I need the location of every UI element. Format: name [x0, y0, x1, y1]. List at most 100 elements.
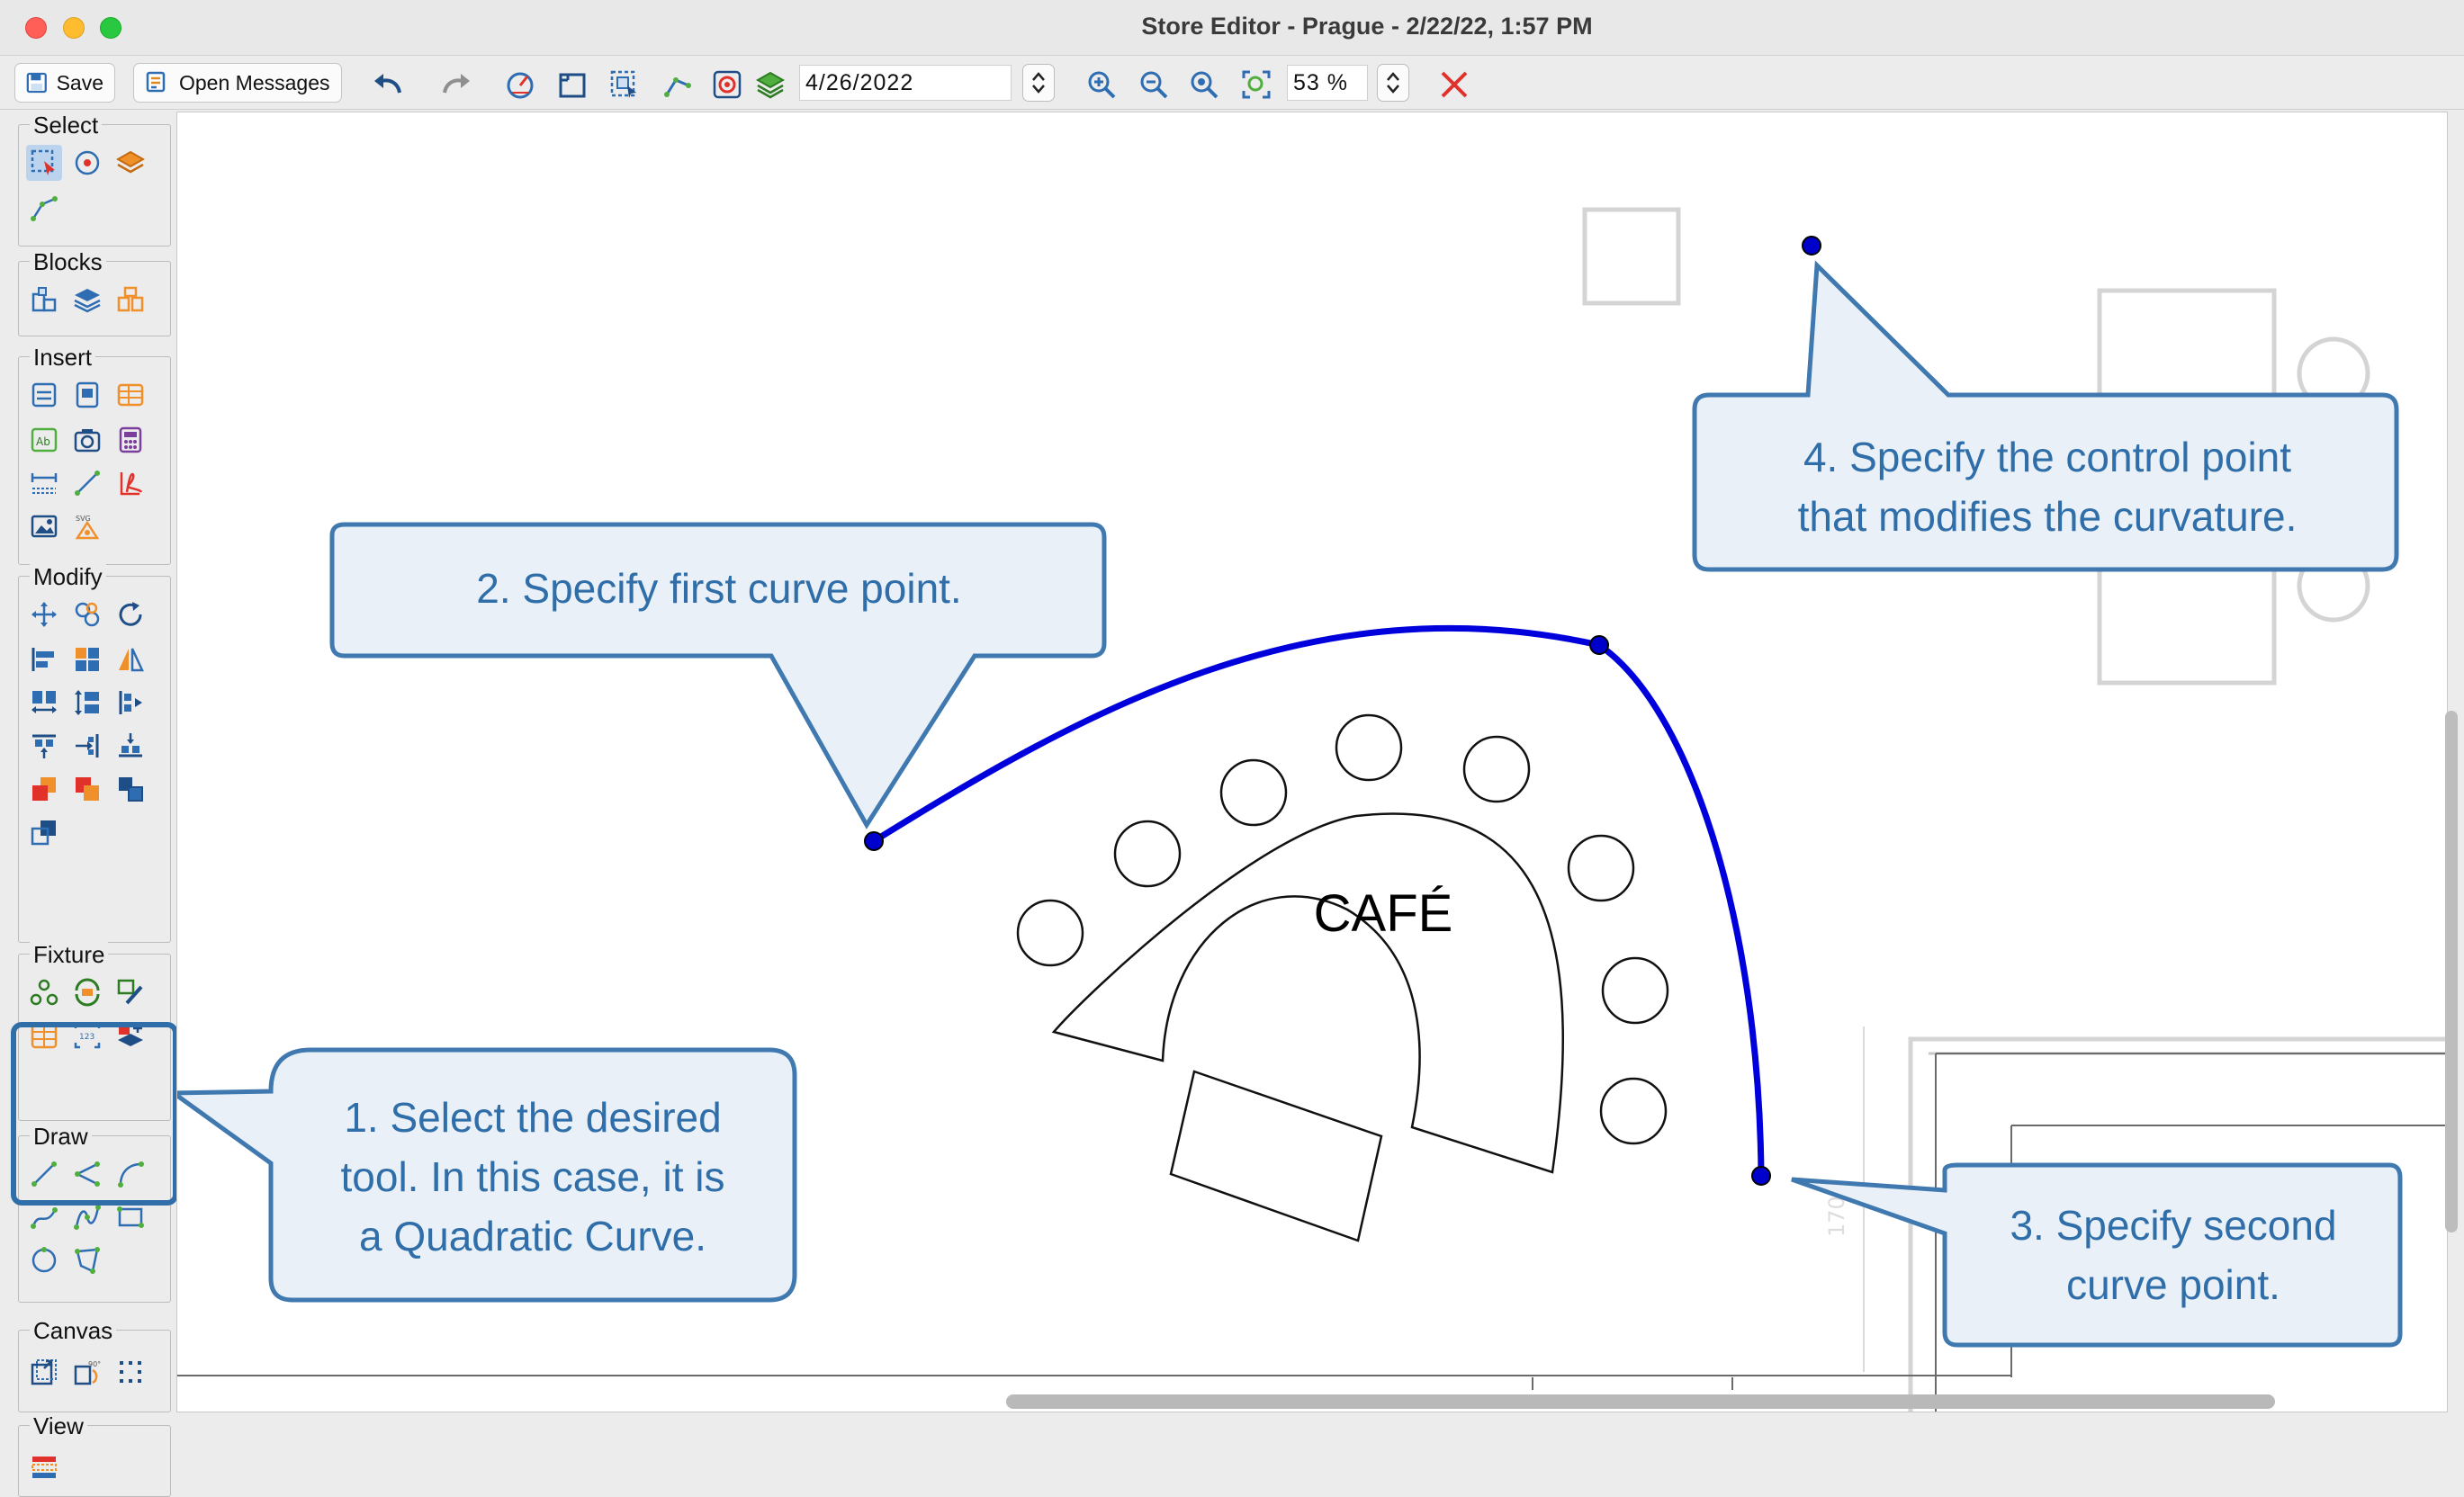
fixture-edit-icon[interactable]	[112, 974, 148, 1010]
select-layer-icon[interactable]	[112, 145, 148, 181]
callout-line: that modifies the curvature.	[1797, 493, 2298, 540]
align-top-icon[interactable]	[26, 728, 62, 764]
save-label: Save	[56, 70, 103, 94]
vertical-scrollbar[interactable]	[2445, 711, 2458, 1233]
window-title: Store Editor - Prague - 2/22/22, 1:57 PM	[1141, 13, 1593, 40]
insert-fixture-icon[interactable]	[26, 377, 62, 413]
chevron-updown-icon	[1032, 72, 1045, 94]
block-edit-icon[interactable]	[26, 282, 62, 318]
fixture-sync-icon[interactable]	[69, 974, 105, 1010]
block-stack-icon[interactable]	[69, 282, 105, 318]
canvas-grid-icon[interactable]	[112, 1354, 148, 1390]
mirror-icon[interactable]	[112, 641, 148, 677]
send-to-back-icon[interactable]	[26, 814, 62, 850]
palette-group-title: Fixture	[30, 942, 109, 967]
callout-step4-text: 4. Specify the control point that modifi…	[1698, 427, 2397, 546]
view-layers-icon[interactable]	[26, 1449, 62, 1485]
select-vertices-icon[interactable]	[26, 190, 62, 226]
insert-dimension-icon[interactable]	[26, 465, 62, 501]
palette-group-view: View	[18, 1413, 171, 1497]
draw-polygon-icon[interactable]	[69, 1242, 105, 1278]
draw-group-highlight	[11, 1022, 178, 1206]
callout-line: 2. Specify first curve point.	[476, 565, 962, 612]
cafe-label: CAFÉ	[1314, 884, 1453, 943]
copy-icon[interactable]	[69, 596, 105, 632]
palette-group-blocks: Blocks	[18, 249, 171, 336]
bring-to-front-icon[interactable]	[112, 771, 148, 807]
zoom-field[interactable]: 53 %	[1287, 65, 1368, 101]
horizontal-scrollbar[interactable]	[1006, 1394, 2275, 1409]
app-window: Store Editor - Prague - 2/22/22, 1:57 PM…	[0, 0, 2464, 1497]
curve-point-first	[864, 831, 884, 851]
svg-text:SVG: SVG	[76, 515, 91, 523]
canvas-rotate-icon[interactable]: 90°	[69, 1354, 105, 1390]
palette-group-title: Modify	[30, 564, 106, 589]
drawing-canvas[interactable]: 1700 CAFÉ 2. Specify first curve point. …	[176, 112, 2448, 1412]
align-to-edge-icon[interactable]	[112, 685, 148, 721]
save-button[interactable]: Save	[14, 63, 115, 103]
palette-group-title: View	[30, 1413, 87, 1439]
grid-align-icon[interactable]	[69, 641, 105, 677]
align-bottom-icon[interactable]	[112, 728, 148, 764]
svg-text:90°: 90°	[88, 1360, 101, 1368]
stack-icon[interactable]	[754, 68, 787, 101]
palette-group-title: Canvas	[30, 1318, 117, 1343]
target-icon[interactable]	[711, 68, 743, 101]
select-rectangle-icon[interactable]	[26, 145, 62, 181]
zoom-stepper[interactable]	[1377, 64, 1409, 102]
layers-select-icon[interactable]	[608, 68, 641, 101]
svg-text:Ab: Ab	[36, 435, 50, 448]
messages-icon	[146, 71, 166, 93]
move-icon[interactable]	[26, 596, 62, 632]
insert-wall-icon[interactable]	[112, 377, 148, 413]
insert-svg-icon[interactable]: SVG	[69, 508, 105, 544]
timer-icon[interactable]	[504, 68, 536, 101]
insert-image-icon[interactable]	[26, 508, 62, 544]
cafe-register	[1169, 1070, 1383, 1242]
curve-point-second	[1751, 1166, 1771, 1186]
callout-line: tool. In this case, it is	[340, 1153, 725, 1200]
insert-camera-icon[interactable]	[69, 422, 105, 458]
insert-shelf-icon[interactable]	[69, 377, 105, 413]
tool-palette: Select Blocks Insert Ab SVG Modify Fixtu…	[13, 112, 171, 1497]
save-icon	[26, 72, 47, 94]
callout-line: a Quadratic Curve.	[358, 1213, 707, 1259]
callout-line: 1. Select the desired	[344, 1094, 722, 1141]
date-stepper[interactable]	[1022, 64, 1055, 102]
undo-icon[interactable]	[373, 68, 405, 101]
redo-icon[interactable]	[439, 68, 472, 101]
callout-step2-text: 2. Specify first curve point.	[334, 559, 1104, 618]
insert-line-icon[interactable]	[69, 465, 105, 501]
rotate-icon[interactable]	[112, 596, 148, 632]
zoom-out-icon[interactable]	[1138, 68, 1170, 101]
palette-group-canvas: Canvas 90°	[18, 1318, 171, 1412]
draw-circle-icon[interactable]	[26, 1242, 62, 1278]
push-right-icon[interactable]	[69, 728, 105, 764]
points-icon[interactable]	[661, 68, 693, 101]
frame-icon[interactable]	[556, 68, 589, 101]
date-field[interactable]: 4/26/2022	[799, 65, 1012, 101]
close-icon[interactable]	[1438, 68, 1470, 101]
callout-step1-text: 1. Select the desired tool. In this case…	[271, 1088, 795, 1266]
select-point-icon[interactable]	[69, 145, 105, 181]
open-messages-button[interactable]: Open Messages	[133, 63, 342, 103]
distribute-v-icon[interactable]	[69, 685, 105, 721]
distribute-h-icon[interactable]	[26, 685, 62, 721]
bring-forward-icon[interactable]	[26, 771, 62, 807]
palette-group-title: Blocks	[30, 249, 106, 274]
insert-calculator-icon[interactable]	[112, 422, 148, 458]
zoom-select-icon[interactable]	[1240, 68, 1272, 101]
title-bar: Store Editor - Prague - 2/22/22, 1:57 PM	[0, 0, 2464, 56]
open-messages-label: Open Messages	[179, 70, 330, 94]
align-left-icon[interactable]	[26, 641, 62, 677]
insert-text-icon[interactable]: Ab	[26, 422, 62, 458]
zoom-in-icon[interactable]	[1085, 68, 1118, 101]
insert-pdf-icon[interactable]	[112, 465, 148, 501]
zoom-fit-icon[interactable]	[1188, 68, 1220, 101]
callout-line: curve point.	[2066, 1261, 2280, 1308]
canvas-resize-icon[interactable]	[26, 1354, 62, 1390]
curve-point-mid	[1589, 635, 1609, 655]
send-backward-icon[interactable]	[69, 771, 105, 807]
fixture-link-icon[interactable]	[26, 974, 62, 1010]
block-group-icon[interactable]	[112, 282, 148, 318]
